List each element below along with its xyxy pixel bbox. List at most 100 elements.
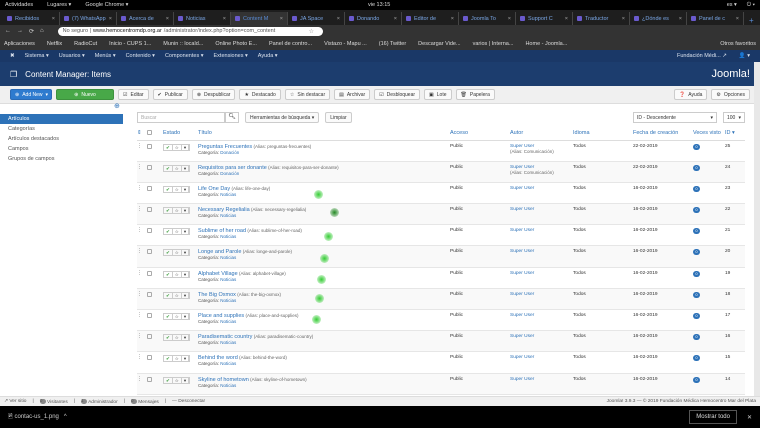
close-tab-icon[interactable]: × (508, 16, 511, 22)
col-status[interactable]: Estado (163, 127, 198, 141)
row-checkbox[interactable] (147, 376, 152, 382)
category-link[interactable]: Noticias (220, 255, 236, 260)
browser-tab[interactable]: Acerca de × (117, 12, 174, 25)
nav-menu-item[interactable]: Ayuda ▾ (258, 53, 278, 59)
toolbar-button-2[interactable]: ⊗ Despublicar (191, 89, 236, 100)
browser-tab[interactable]: Donando × (345, 12, 402, 25)
help-button[interactable]: ❓ Ayuda (674, 89, 708, 100)
row-checkbox[interactable] (147, 291, 152, 297)
search-icon[interactable]: 🔍︎ (225, 112, 239, 123)
category-link[interactable]: Donación (220, 171, 239, 176)
toolbar-button-4[interactable]: ☆ Sin destacar (284, 89, 331, 100)
col-title[interactable]: Título (198, 127, 450, 141)
bookmark-star-icon[interactable]: ☆ (309, 28, 314, 35)
close-tab-icon[interactable]: × (736, 16, 739, 22)
row-checkbox[interactable] (147, 185, 152, 191)
search-input[interactable]: Buscar (137, 112, 225, 123)
row-checkbox[interactable] (147, 164, 152, 170)
toolbar-button-1[interactable]: ✔ Publicar (152, 89, 188, 100)
activities[interactable]: Actividades (5, 2, 33, 8)
author-link[interactable]: Super User (510, 228, 573, 233)
status-buttons[interactable]: ✔ ☆ ▾ (163, 334, 191, 342)
lang-menu[interactable]: es ▾ (727, 2, 737, 9)
bookmark-item[interactable]: Munin :: locald... (163, 41, 203, 47)
browser-tab[interactable]: Support C × (516, 12, 573, 25)
new-button[interactable]: ⊕ Nuevo (56, 89, 114, 100)
toolbar-button-8[interactable]: 🗑 Papelera (455, 89, 495, 100)
drag-handle[interactable]: ⋮ (137, 351, 147, 374)
drag-handle[interactable]: ⋮ (137, 224, 147, 247)
clock[interactable]: vie 13:15 (368, 2, 390, 8)
bookmark-item[interactable]: Descargar Vide... (418, 41, 460, 47)
nav-menu-item[interactable]: Usuarios ▾ (59, 53, 85, 59)
browser-tab[interactable]: Recibidos × (3, 12, 60, 25)
author-link[interactable]: Super User (510, 292, 573, 297)
drag-handle[interactable]: ⋮ (137, 267, 147, 289)
view-site-link[interactable]: ↗ Ver sitio (4, 399, 26, 404)
col-access[interactable]: Acceso (450, 127, 510, 141)
row-checkbox[interactable] (147, 355, 152, 361)
row-checkbox[interactable] (147, 334, 152, 340)
status-buttons[interactable]: ✔ ☆ ▾ (163, 228, 191, 236)
drag-handle[interactable]: ⋮ (137, 373, 147, 395)
drag-handle[interactable]: ⋮ (137, 309, 147, 332)
close-tab-icon[interactable]: × (679, 16, 682, 22)
drag-handle[interactable]: ⋮ (137, 288, 147, 311)
bookmark-item[interactable]: varios | Interna... (473, 41, 514, 47)
category-link[interactable]: Noticias (220, 277, 236, 282)
sidebar-item[interactable]: Categorías (0, 124, 123, 134)
status-buttons[interactable]: ✔ ☆ ▾ (163, 207, 191, 215)
messages-link[interactable]: 0 Mensajes (130, 398, 159, 404)
status-buttons[interactable]: ✔ ☆ ▾ (163, 164, 191, 172)
close-tab-icon[interactable]: × (166, 16, 169, 22)
drag-handle[interactable]: ⋮ (137, 203, 147, 226)
bookmark-item[interactable]: Otros favoritos (720, 41, 756, 47)
browser-tab[interactable]: (7) WhatsApp × (60, 12, 117, 25)
bookmark-item[interactable]: Vistazo - Mapu ... (324, 41, 367, 47)
nav-menu-item[interactable]: Sistema ▾ (25, 53, 49, 59)
sidebar-item[interactable]: Campos (0, 144, 123, 154)
toolbar-button-0[interactable]: ☑ Editar (118, 89, 149, 100)
row-checkbox[interactable] (147, 207, 152, 213)
forward-icon[interactable]: → (17, 28, 23, 34)
url-input[interactable]: No seguro | www.hemocentromdp.org.ar/admi… (57, 26, 323, 36)
col-date[interactable]: Fecha de creación (633, 127, 693, 141)
sidebar-item[interactable]: Grupos de campos (0, 154, 123, 164)
author-link[interactable]: Super User (510, 249, 573, 254)
nav-menu-item[interactable]: Componentes ▾ (165, 53, 204, 59)
close-icon[interactable]: ✕ (747, 414, 752, 421)
category-link[interactable]: Noticias (220, 234, 236, 239)
new-tab-button[interactable]: + (744, 16, 759, 25)
close-tab-icon[interactable]: × (223, 16, 226, 22)
close-tab-icon[interactable]: × (52, 16, 55, 22)
select-all-checkbox[interactable] (147, 129, 152, 135)
author-link[interactable]: Super User (510, 377, 573, 382)
col-language[interactable]: Idioma (573, 127, 633, 141)
search-tools-button[interactable]: Herramientas de búsqueda ▾ (245, 112, 320, 123)
admins-link[interactable]: 1 Administrador (81, 398, 118, 404)
close-tab-icon[interactable]: × (394, 16, 397, 22)
category-link[interactable]: Noticias (220, 361, 236, 366)
category-link[interactable]: Noticias (220, 340, 236, 345)
close-tab-icon[interactable]: × (451, 16, 454, 22)
bookmark-item[interactable]: RadioCut (74, 41, 97, 47)
nav-menu-item[interactable]: Contenido ▾ (126, 53, 155, 59)
drag-handle[interactable]: ⋮ (137, 161, 147, 183)
close-tab-icon[interactable]: × (109, 16, 112, 22)
drag-handle[interactable]: ⋮ (137, 330, 147, 353)
browser-tab[interactable]: Joomla To × (459, 12, 516, 25)
category-link[interactable]: Noticias (220, 192, 236, 197)
author-link[interactable]: Super User (510, 313, 573, 318)
add-new-button[interactable]: ⊕ Add New ▾ (10, 89, 52, 100)
bookmark-item[interactable]: Home - Joomla... (525, 41, 567, 47)
places-menu[interactable]: Lugares ▾ (47, 2, 71, 8)
row-checkbox[interactable] (147, 313, 152, 318)
bookmark-item[interactable]: (16) Twitter (379, 41, 406, 47)
status-buttons[interactable]: ✔ ☆ ▾ (163, 143, 191, 151)
close-tab-icon[interactable]: × (622, 16, 625, 22)
author-link[interactable]: Super User (510, 355, 573, 360)
author-link[interactable]: Super User (510, 271, 573, 276)
user-menu[interactable]: 👤 ▾ (739, 53, 750, 59)
limit-select[interactable]: 100 ▾ (723, 112, 745, 123)
show-all-button[interactable]: Mostrar todo (689, 410, 737, 424)
